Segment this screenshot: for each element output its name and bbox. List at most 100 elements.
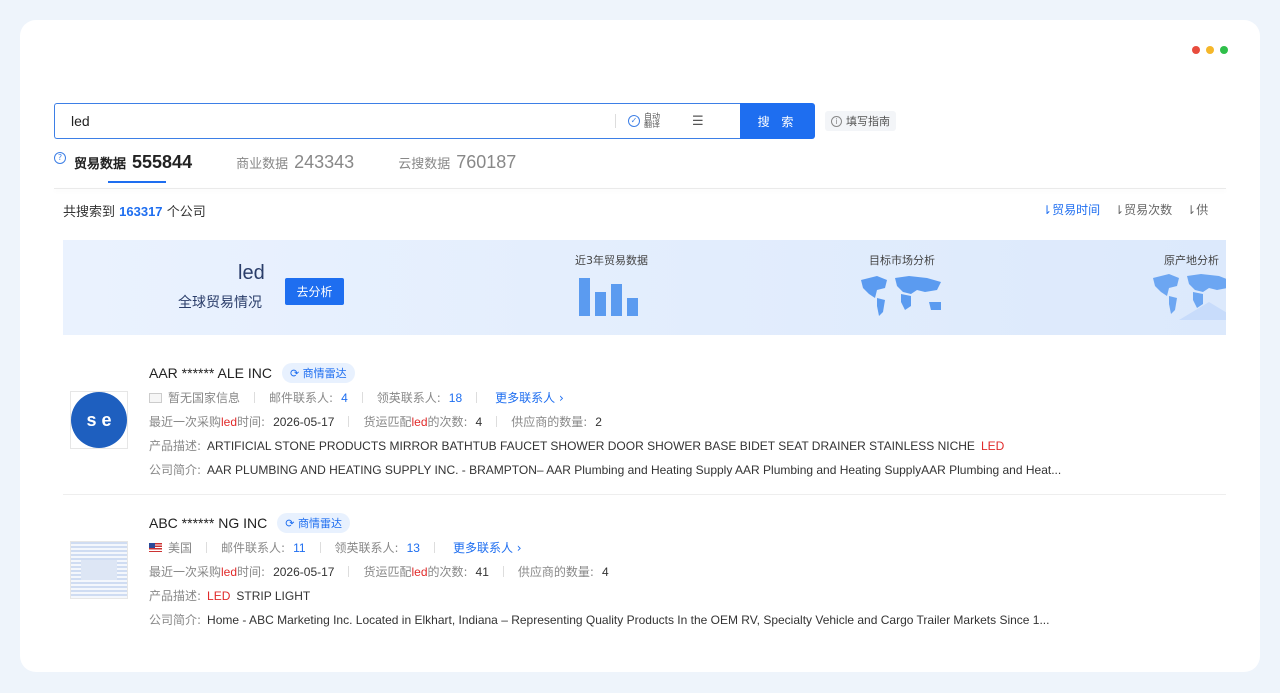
auto-translate-line2: 翻译 [644,120,660,129]
keyword-highlight: led [411,414,428,429]
tab-label: 贸易数据 [74,157,127,172]
divider [254,392,256,403]
market-radar-badge[interactable]: ⟳ 商情雷达 [277,513,350,533]
data-tabs: ? 贸易数据 555844 商业数据 243343 云搜数据 760187 [54,151,560,183]
supplier-count: 4 [601,564,609,579]
banner-keyword: led [238,262,265,284]
market-radar-badge[interactable]: ⟳ 商情雷达 [281,363,355,383]
origin-analysis-title[interactable]: 原产地分析 [1164,252,1219,268]
result-summary: 共搜索到 163317 个公司 [63,201,206,220]
trade-data-title[interactable]: 近3年贸易数据 [575,252,648,268]
trade-stats-row: 最近一次采购 led 时间: 2026-05-17 货运匹配 led 的次数: … [149,563,609,580]
list-icon[interactable]: ☰ [692,114,704,129]
intro-text: Home - ABC Marketing Inc. Located in Elk… [207,612,1050,627]
more-contacts-link[interactable]: 更多联系人 › [453,539,522,556]
company-name-row: ABC ****** NG INC ⟳ 商情雷达 [149,513,350,533]
last-purchase-label: 最近一次采购 [149,565,222,579]
keyword-highlight: led [221,564,238,579]
banner-subtitle: 全球贸易情况 [178,295,262,311]
logo-circle: s e [71,392,127,448]
summary-prefix: 共搜索到 [63,205,116,220]
flag-icon [149,392,162,403]
last-purchase-suffix: 时间: [237,565,266,579]
linkedin-label: 领英联系人: [376,391,441,405]
company-name[interactable]: ABC ****** NG INC [149,515,267,531]
maximize-dot-icon[interactable] [1220,46,1228,54]
world-map-icon[interactable] [857,272,947,318]
more-contacts-label: 更多联系人 [495,391,556,405]
product-highlight: LED [980,438,1005,453]
radar-label: 商情雷达 [297,517,342,530]
tab-count: 760187 [456,152,517,172]
company-logo [70,541,128,599]
result-count: 163317 [119,204,163,219]
product-highlight: LED [207,588,231,603]
divider [361,392,363,403]
intro-row: 公司简介: AAR PLUMBING AND HEATING SUPPLY IN… [149,461,1061,478]
contact-row: 暂无国家信息 邮件联系人: 4 领英联系人: 18 更多联系人 › [149,389,564,406]
country: 暂无国家信息 [168,391,241,405]
minimize-dot-icon[interactable] [1206,46,1214,54]
info-icon: i [831,115,842,127]
close-dot-icon[interactable] [1192,46,1200,54]
last-date: 2026-05-17 [273,564,335,579]
intro-label: 公司简介: [149,613,202,627]
match-label: 货运匹配 [363,565,412,579]
intro-label: 公司简介: [149,463,202,477]
linkedin-count[interactable]: 18 [449,391,462,405]
search-input[interactable] [55,106,615,136]
supplier-count: 2 [595,414,602,429]
divider [348,416,350,427]
sort-label: 供 [1196,203,1209,217]
window-controls [1192,46,1228,54]
auto-translate-toggle[interactable]: ✓ 自动 翻译 [628,113,686,129]
product-text: STRIP LIGHT [236,588,311,603]
contact-row: 美国 邮件联系人: 11 领英联系人: 13 更多联系人 › [149,539,522,556]
search-bar: ✓ 自动 翻译 ☰ 搜 索 i 填写指南 [54,103,896,139]
guide-button[interactable]: i 填写指南 [825,111,896,131]
tab-trade-data[interactable]: ? 贸易数据 555844 [54,151,192,183]
email-label: 邮件联系人: [269,391,334,405]
email-count[interactable]: 4 [341,391,348,405]
question-icon[interactable]: ? [54,151,66,164]
sort-trade-time[interactable]: ⇂贸易时间 [1042,201,1100,218]
logo-image [71,542,127,598]
country: 美国 [168,541,193,555]
auto-translate-label: 自动 翻译 [644,113,660,129]
email-count[interactable]: 11 [293,541,305,555]
tabs-divider [54,188,1226,189]
search-box: ✓ 自动 翻译 ☰ [54,103,740,139]
bar [611,284,622,316]
chevron-right-icon: › [516,541,522,555]
divider [319,542,321,553]
check-circle-icon: ✓ [628,115,640,127]
tab-business-data[interactable]: 商业数据 243343 [236,152,354,183]
analyze-button[interactable]: 去分析 [285,278,344,305]
bar [627,298,638,316]
keyword-highlight: led [221,414,238,429]
target-market-title[interactable]: 目标市场分析 [869,252,935,268]
match-suffix: 的次数: [427,415,468,429]
intro-row: 公司简介: Home - ABC Marketing Inc. Located … [149,611,1049,628]
company-name[interactable]: AAR ****** ALE INC [149,365,272,381]
tab-cloud-search-data[interactable]: 云搜数据 760187 [398,152,516,183]
sort-options: ⇂贸易时间 ⇂贸易次数 ⇂供 [1042,201,1226,218]
sort-supplier[interactable]: ⇂供 [1186,201,1208,218]
chevron-right-icon: › [559,391,564,405]
divider [496,416,498,427]
linkedin-label: 领英联系人: [334,541,399,555]
sort-trade-count[interactable]: ⇂贸易次数 [1114,201,1172,218]
search-button[interactable]: 搜 索 [740,103,815,139]
divider [502,566,504,577]
divider [348,566,350,577]
divider [206,542,208,553]
bar-chart-icon[interactable] [579,278,638,316]
sort-label: 贸易次数 [1124,203,1173,217]
more-contacts-link[interactable]: 更多联系人 › [495,389,564,406]
product-row: 产品描述: LED STRIP LIGHT [149,587,310,604]
supplier-label: 供应商的数量: [517,565,594,579]
us-flag-icon [149,543,162,552]
linkedin-count[interactable]: 13 [407,541,420,555]
bar [595,292,606,316]
origin-map-icon[interactable] [1149,270,1226,320]
